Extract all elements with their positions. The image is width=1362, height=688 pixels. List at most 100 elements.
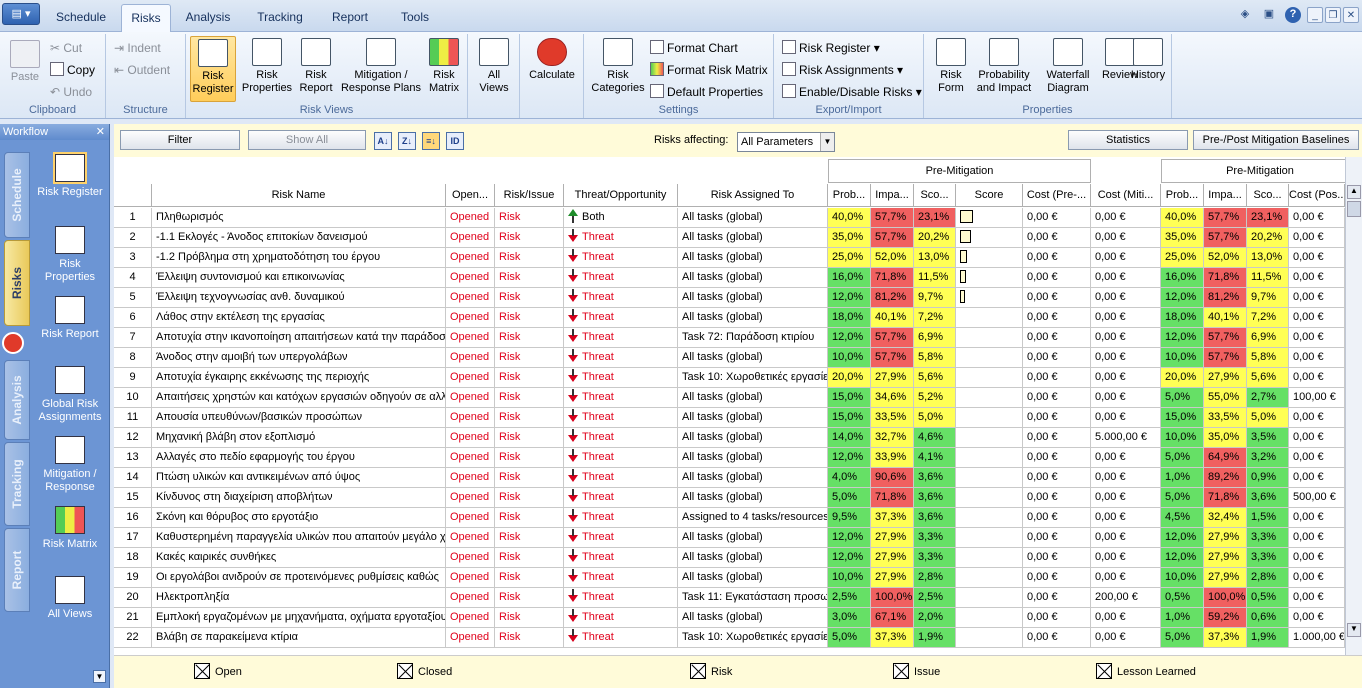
default-properties-button[interactable]: Default Properties	[650, 83, 763, 101]
workflow-tab-tracking[interactable]: Tracking	[4, 442, 30, 526]
vertical-scrollbar[interactable]: ▲ ▼	[1345, 157, 1362, 655]
app-menu-button[interactable]: ▤ ▾	[2, 3, 40, 25]
col-number-cell[interactable]: 17	[114, 528, 152, 548]
history-button[interactable]: History	[1126, 36, 1170, 82]
tab-risks[interactable]: Risks	[121, 4, 171, 33]
minimize-icon[interactable]: _	[1307, 7, 1323, 23]
header-col-score-value[interactable]: Sco...	[914, 184, 956, 207]
waterfall-diagram-button[interactable]: Waterfall Diagram	[1036, 36, 1100, 95]
header-col-impact[interactable]: Impa...	[871, 184, 914, 207]
col-number-cell[interactable]: 1	[114, 208, 152, 228]
sort-az-icon[interactable]: A↓	[374, 132, 392, 150]
col-number-cell[interactable]: 4	[114, 268, 152, 288]
export-risk-register-button[interactable]: Risk Register ▾	[782, 39, 880, 57]
col-number-cell[interactable]: 14	[114, 468, 152, 488]
workflow-item-mitigation-response[interactable]: Mitigation / Response	[34, 436, 106, 494]
header-col-probability-post[interactable]: Prob...	[1161, 184, 1204, 207]
col-number-cell[interactable]: 16	[114, 508, 152, 528]
workflow-item-all-views[interactable]: All Views	[34, 576, 106, 621]
enable-disable-button[interactable]: Enable/Disable Risks ▾	[782, 83, 922, 101]
header-col-risk-issue[interactable]: Risk/Issue	[495, 184, 564, 207]
close-icon[interactable]: ✕	[1343, 7, 1359, 23]
scroll-thumb[interactable]	[1347, 201, 1361, 217]
close-panel-icon[interactable]: ✕	[96, 124, 105, 140]
format-risk-matrix-button[interactable]: Format Risk Matrix	[650, 61, 768, 79]
statistics-button[interactable]: Statistics	[1068, 130, 1188, 150]
header-col-score-post[interactable]: Sco...	[1247, 184, 1289, 207]
workflow-item-risk-matrix[interactable]: Risk Matrix	[34, 506, 106, 551]
all-views-button[interactable]: All Views	[474, 36, 514, 95]
header-col-number[interactable]	[114, 184, 152, 207]
col-number-cell[interactable]: 5	[114, 288, 152, 308]
probability-impact-button[interactable]: Probability and Impact	[972, 36, 1036, 95]
copy-button[interactable]: Copy	[50, 61, 95, 79]
col-number-cell[interactable]: 10	[114, 388, 152, 408]
header-col-cost-mitigation[interactable]: Cost (Miti...	[1091, 184, 1161, 207]
header-col-cost-pre[interactable]: Cost (Pre-...	[1023, 184, 1091, 207]
tab-report[interactable]: Report	[321, 4, 379, 32]
help-icon[interactable]: ?	[1285, 7, 1301, 23]
header-col-impact-post[interactable]: Impa...	[1204, 184, 1247, 207]
tab-tracking[interactable]: Tracking	[248, 4, 312, 32]
header-col-threat-opportunity[interactable]: Threat/Opportunity	[564, 184, 678, 207]
risk-register-button[interactable]: Risk Register	[190, 36, 236, 102]
tab-schedule[interactable]: Schedule	[46, 4, 116, 32]
sort-id-icon[interactable]: ID	[446, 132, 464, 150]
tab-tools[interactable]: Tools	[390, 4, 440, 32]
col-number-cell[interactable]: 6	[114, 308, 152, 328]
risk-form-button[interactable]: Risk Form	[930, 36, 972, 95]
col-number-cell[interactable]: 3	[114, 248, 152, 268]
header-col-risk-assigned-to[interactable]: Risk Assigned To	[678, 184, 828, 207]
risk-assignments-button[interactable]: Risk Assignments ▾	[782, 61, 903, 79]
col-number-cell[interactable]: 9	[114, 368, 152, 388]
col-number-cell[interactable]: 13	[114, 448, 152, 468]
mitigation-button[interactable]: Mitigation / Response Plans	[338, 36, 424, 95]
workflow-item-global-risk-assignments[interactable]: Global Risk Assignments	[34, 366, 106, 424]
col-number-cell[interactable]: 19	[114, 568, 152, 588]
workflow-item-risk-register[interactable]: Risk Register	[34, 152, 106, 199]
col-number-cell[interactable]: 11	[114, 408, 152, 428]
workflow-tab-report[interactable]: Report	[4, 528, 30, 612]
cut-button[interactable]: ✂ Cut	[50, 39, 82, 57]
risk-report-button[interactable]: Risk Report	[294, 36, 338, 95]
workflow-item-risk-properties[interactable]: Risk Properties	[34, 226, 106, 284]
scroll-down-icon[interactable]: ▼	[93, 670, 106, 683]
col-number-cell[interactable]: 2	[114, 228, 152, 248]
paste-button[interactable]: Paste	[6, 38, 44, 84]
baselines-button[interactable]: Pre-/Post Mitigation Baselines	[1193, 130, 1359, 150]
col-number-cell[interactable]: 21	[114, 608, 152, 628]
scroll-down-icon[interactable]: ▼	[1347, 623, 1361, 637]
col-number-cell[interactable]: 15	[114, 488, 152, 508]
workflow-tab-risks[interactable]: Risks	[4, 240, 30, 326]
col-number-cell[interactable]: 12	[114, 428, 152, 448]
tab-analysis[interactable]: Analysis	[177, 4, 239, 32]
calculate-button[interactable]: Calculate	[524, 36, 580, 82]
header-col-probability[interactable]: Prob...	[828, 184, 871, 207]
col-number-cell[interactable]: 7	[114, 328, 152, 348]
header-col-score-bar[interactable]: Score	[956, 184, 1023, 207]
risks-affecting-select[interactable]: All Parameters ▼	[737, 132, 835, 152]
scroll-up-icon[interactable]: ▲	[1347, 185, 1361, 199]
col-number-cell[interactable]: 22	[114, 628, 152, 648]
sort-za-icon[interactable]: Z↓	[398, 132, 416, 150]
restore-icon[interactable]: ❐	[1325, 7, 1341, 23]
workflow-tab-schedule[interactable]: Schedule	[4, 152, 30, 238]
col-number-cell[interactable]: 20	[114, 588, 152, 608]
workflow-tab-analysis[interactable]: Analysis	[4, 360, 30, 440]
outdent-button[interactable]: ⇤ Outdent	[114, 61, 170, 79]
header-col-risk-name[interactable]: Risk Name	[152, 184, 446, 207]
col-number-cell[interactable]: 18	[114, 548, 152, 568]
undo-button[interactable]: ↶ Undo	[50, 83, 92, 101]
show-all-button[interactable]: Show All	[248, 130, 366, 150]
sort-score-icon[interactable]: ≡↓	[422, 132, 440, 150]
workflow-item-risk-report[interactable]: Risk Report	[34, 296, 106, 341]
indent-button[interactable]: ⇥ Indent	[114, 39, 161, 57]
risk-categories-button[interactable]: Risk Categories	[588, 36, 648, 95]
header-col-cost-post[interactable]: Cost (Pos...	[1289, 184, 1345, 207]
filter-button[interactable]: Filter	[120, 130, 240, 150]
options-icon[interactable]: ▣	[1261, 7, 1277, 23]
header-col-open[interactable]: Open...	[446, 184, 495, 207]
risk-properties-button[interactable]: Risk Properties	[240, 36, 294, 95]
risk-matrix-button[interactable]: Risk Matrix	[424, 36, 464, 95]
format-chart-button[interactable]: Format Chart	[650, 39, 738, 57]
